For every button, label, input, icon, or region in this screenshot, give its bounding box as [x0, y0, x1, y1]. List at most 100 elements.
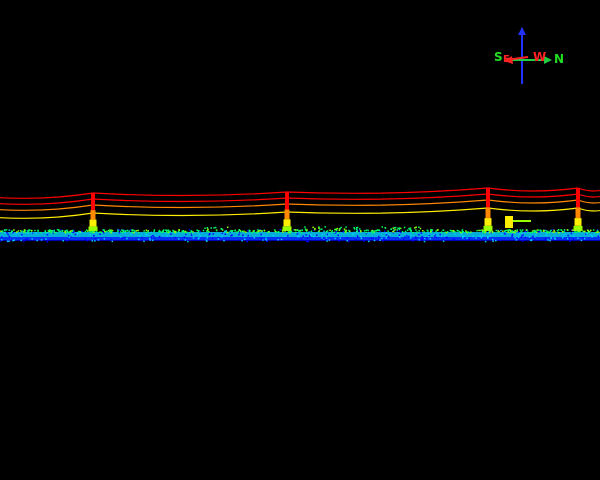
ground-point — [242, 234, 244, 236]
vegetation-point — [403, 226, 406, 229]
vegetation-point — [308, 231, 310, 234]
ground-point — [569, 240, 571, 242]
vegetation-point — [399, 227, 401, 229]
vegetation-point — [419, 227, 422, 230]
ground-point — [306, 237, 308, 239]
power-line-wire — [92, 191, 288, 197]
vegetation-point — [542, 230, 545, 233]
vegetation-point — [384, 227, 387, 229]
ground-point — [421, 236, 424, 238]
ground-point — [76, 231, 79, 234]
vegetation-point — [165, 229, 167, 231]
vegetation-point — [563, 229, 566, 231]
vegetation-point — [158, 229, 161, 232]
ground-point — [528, 236, 531, 238]
tower-lower-segment — [484, 218, 492, 226]
vegetation-point — [301, 229, 304, 232]
vegetation-point — [335, 228, 337, 231]
vegetation-point — [214, 226, 217, 229]
vegetation-point — [336, 227, 339, 230]
vegetation-point — [110, 229, 112, 231]
ground-point — [429, 238, 432, 240]
vegetation-point — [461, 229, 464, 231]
vegetation-point — [414, 227, 416, 229]
vegetation-point — [575, 231, 577, 233]
vegetation-point — [397, 227, 399, 230]
ground-point — [409, 237, 412, 239]
point-cloud-viewport[interactable]: S E W N — [0, 0, 600, 480]
ground-point — [81, 230, 83, 232]
ground-point — [452, 238, 454, 240]
ground-point — [326, 240, 328, 242]
vegetation-point — [58, 230, 60, 233]
ground-point — [521, 235, 523, 237]
ground-point — [489, 234, 492, 237]
vegetation-point — [226, 226, 229, 229]
ground-point — [442, 240, 445, 242]
ground-point — [305, 234, 307, 236]
ground-point — [93, 234, 95, 237]
ground-point — [91, 240, 93, 242]
vegetation-point — [162, 230, 164, 233]
ground-point — [97, 239, 100, 241]
vegetation-point — [131, 231, 133, 234]
ground-point — [46, 240, 49, 243]
ground-point — [8, 229, 11, 231]
ground-point — [23, 240, 25, 243]
vegetation-point — [546, 230, 548, 232]
ground-point — [24, 238, 27, 241]
ground-point — [519, 238, 521, 241]
ground-point — [217, 238, 220, 240]
ground-point — [368, 240, 370, 243]
ground-point — [30, 232, 33, 234]
vegetation-point — [48, 229, 51, 232]
ground-point — [143, 240, 145, 243]
ground-point — [466, 237, 468, 239]
vegetation-point — [387, 230, 389, 232]
power-line-wire — [286, 207, 489, 214]
ground-point — [31, 238, 33, 240]
ground-point — [351, 233, 354, 236]
compass-label-east: E — [503, 54, 510, 65]
ground-point — [385, 237, 387, 239]
ground-point — [418, 239, 421, 241]
ground-point — [338, 240, 340, 242]
vegetation-point — [100, 231, 102, 234]
ground-point — [110, 239, 113, 241]
ground-point — [220, 235, 223, 238]
vegetation-point — [256, 231, 259, 234]
vegetation-point — [406, 229, 409, 231]
vegetation-point — [442, 229, 444, 232]
vegetation-point — [273, 229, 276, 231]
ground-point — [435, 236, 438, 239]
ground-point — [298, 235, 300, 238]
vegetation-point — [210, 227, 212, 229]
ground-point — [183, 236, 186, 238]
vegetation-point — [237, 230, 240, 233]
ground-point — [126, 237, 128, 240]
ground-point — [529, 237, 531, 240]
vegetation-point — [516, 229, 518, 231]
vegetation-point — [121, 229, 123, 231]
ground-point — [212, 233, 215, 235]
ground-point — [360, 237, 363, 240]
vegetation-point — [277, 231, 280, 233]
vegetation-point — [124, 230, 126, 232]
vegetation-point — [531, 231, 533, 234]
ground-point — [35, 232, 37, 234]
vegetation-point — [558, 229, 560, 231]
vegetation-point — [359, 228, 361, 230]
vegetation-point — [544, 229, 546, 232]
ground-point — [184, 239, 187, 241]
power-line-wire — [577, 193, 600, 198]
ground-point — [383, 239, 385, 241]
vegetation-point — [29, 229, 31, 231]
vegetation-point — [263, 230, 266, 232]
vegetation-point — [596, 231, 598, 234]
power-line-wire — [286, 193, 489, 200]
vegetation-point — [131, 229, 134, 232]
ground-point — [99, 233, 101, 235]
ground-point — [353, 231, 355, 234]
vegetation-point — [589, 229, 592, 232]
vegetation-point — [147, 231, 149, 233]
